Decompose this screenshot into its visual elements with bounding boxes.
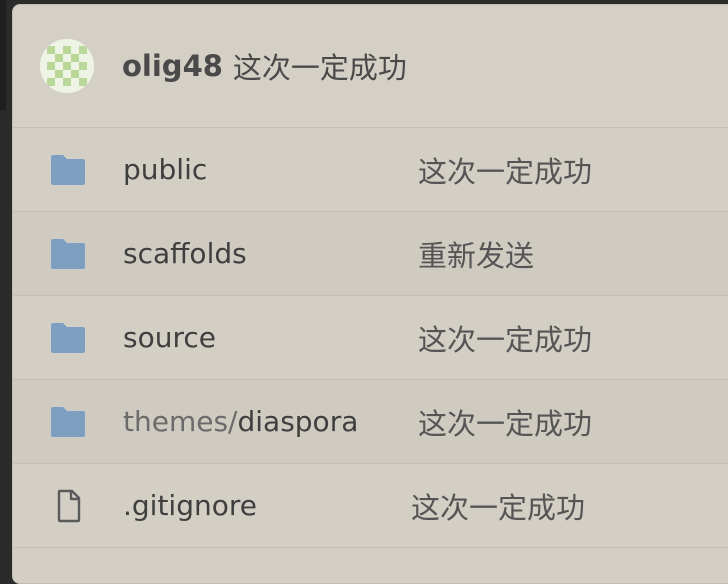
file-row-themes-diaspora[interactable]: themes/diaspora 这次一定成功: [13, 380, 728, 464]
folder-icon: [51, 154, 85, 185]
identicon-icon: [40, 39, 94, 93]
folder-icon: [51, 406, 85, 437]
window-edge: [0, 0, 6, 110]
file-name[interactable]: .gitignore: [123, 489, 257, 522]
file-commit-message[interactable]: 这次一定成功: [418, 401, 592, 443]
file-name[interactable]: source: [123, 321, 216, 354]
latest-commit-header: olig48 这次一定成功: [13, 5, 728, 128]
file-name-prefix: themes/: [123, 405, 238, 438]
commit-author[interactable]: olig48: [122, 49, 223, 83]
file-icon: [57, 489, 81, 522]
folder-icon: [51, 322, 85, 353]
file-name-main: diaspora: [237, 405, 359, 438]
file-commit-message[interactable]: 这次一定成功: [411, 485, 585, 527]
file-name[interactable]: themes/diaspora: [123, 405, 358, 438]
file-name[interactable]: public: [123, 153, 207, 186]
file-commit-message[interactable]: 重新发送: [418, 233, 534, 275]
commit-message[interactable]: 这次一定成功: [233, 45, 407, 87]
repository-file-list: olig48 这次一定成功 public 这次一定成功 scaffolds 重新…: [12, 4, 728, 584]
file-name[interactable]: scaffolds: [123, 237, 247, 270]
folder-icon: [51, 238, 85, 269]
file-commit-message[interactable]: 这次一定成功: [418, 317, 592, 359]
file-row-gitignore[interactable]: .gitignore 这次一定成功: [13, 464, 728, 548]
file-row-source[interactable]: source 这次一定成功: [13, 296, 728, 380]
file-row-public[interactable]: public 这次一定成功: [13, 128, 728, 212]
file-row-scaffolds[interactable]: scaffolds 重新发送: [13, 212, 728, 296]
avatar[interactable]: [40, 39, 94, 93]
file-commit-message[interactable]: 这次一定成功: [418, 149, 592, 191]
